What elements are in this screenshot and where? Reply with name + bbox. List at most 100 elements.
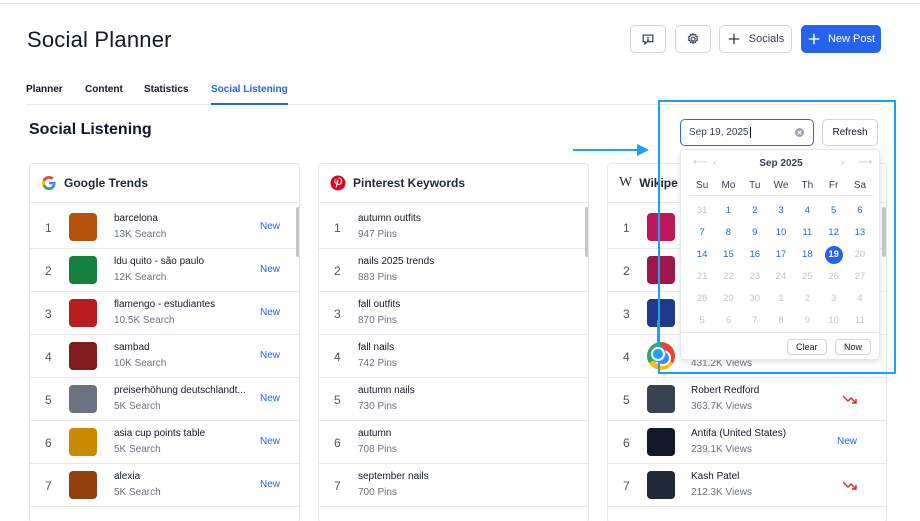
- calendar-day-number: 17: [775, 249, 787, 260]
- calendar-day[interactable]: 7: [689, 222, 715, 244]
- weekday-label: Su: [689, 178, 716, 196]
- table-row[interactable]: 3 fall outfits 870 Pins: [319, 292, 588, 335]
- article-views: 239.1K Views: [691, 444, 752, 455]
- calendar-day[interactable]: 21: [689, 266, 715, 288]
- table-row[interactable]: 2 nails 2025 trends 883 Pins: [319, 249, 588, 292]
- calendar-day[interactable]: 22: [715, 266, 741, 288]
- tab-content[interactable]: Content: [85, 84, 123, 105]
- calendar-day[interactable]: 10: [820, 310, 846, 332]
- rank-number: 3: [623, 307, 630, 321]
- rank-number: 4: [623, 350, 630, 364]
- table-row[interactable]: 4 sambad 10K Search New: [30, 335, 299, 378]
- calendar-day[interactable]: 3: [768, 200, 794, 222]
- next-month-icon[interactable]: ›: [841, 157, 844, 168]
- calendar-day[interactable]: 16: [742, 244, 768, 266]
- trend-title: preiserhöhung deutschlandt...: [114, 385, 246, 396]
- calendar-day[interactable]: 10: [768, 222, 794, 244]
- table-row[interactable]: 5 autumn nails 730 Pins: [319, 378, 588, 421]
- calendar-now-button[interactable]: Now: [835, 339, 872, 355]
- calendar-day[interactable]: 26: [820, 266, 846, 288]
- table-row[interactable]: 5 Robert Redford 363.7K Views: [608, 378, 886, 421]
- calendar-day[interactable]: 29: [715, 288, 741, 310]
- table-row[interactable]: 5 preiserhöhung deutschlandt... 5K Search N…: [30, 378, 299, 421]
- calendar-day[interactable]: 5: [820, 200, 846, 222]
- table-row[interactable]: 2 ldu quito - são paulo 12K Search New: [30, 249, 299, 292]
- trend-search-count: 10.5K Search: [114, 315, 175, 326]
- settings-button[interactable]: [675, 25, 711, 53]
- calendar-day[interactable]: 15: [715, 244, 741, 266]
- new-badge: New: [837, 436, 858, 447]
- calendar-day-number: 24: [775, 271, 787, 282]
- card-title: Pinterest Keywords: [353, 176, 466, 190]
- calendar-day[interactable]: 12: [820, 222, 846, 244]
- rank-number: 6: [45, 436, 52, 450]
- calendar-day[interactable]: 11: [794, 222, 820, 244]
- scrollbar[interactable]: [585, 207, 588, 257]
- calendar-day[interactable]: 6: [847, 200, 873, 222]
- calendar-day[interactable]: 1: [768, 288, 794, 310]
- calendar-day[interactable]: 11: [847, 310, 873, 332]
- calendar-day[interactable]: 28: [689, 288, 715, 310]
- tab-planner[interactable]: Planner: [26, 84, 63, 105]
- calendar-day[interactable]: 18: [794, 244, 820, 266]
- table-row[interactable]: 7 Kash Patel 212.3K Views: [608, 464, 886, 507]
- rank-number: 2: [623, 264, 630, 278]
- card-title: Google Trends: [64, 176, 149, 190]
- table-row[interactable]: 3 flamengo - estudiantes 10.5K Search New: [30, 292, 299, 335]
- scrollbar[interactable]: [296, 207, 299, 257]
- tab-social-listening[interactable]: Social Listening: [211, 84, 288, 105]
- calendar-day-number: 7: [699, 227, 705, 238]
- calendar-day[interactable]: 6: [715, 310, 741, 332]
- calendar-clear-button[interactable]: Clear: [787, 339, 827, 355]
- new-post-button[interactable]: New Post: [801, 25, 881, 53]
- socials-button[interactable]: Socials: [719, 25, 792, 53]
- calendar-day[interactable]: 2: [794, 288, 820, 310]
- date-picker-input[interactable]: Sep 19, 2025: [680, 119, 814, 146]
- calendar-day[interactable]: 20: [847, 244, 873, 266]
- next-year-icon[interactable]: ⟶: [858, 157, 872, 168]
- calendar-day[interactable]: 13: [847, 222, 873, 244]
- trend-thumbnail: [69, 342, 97, 370]
- calendar-day[interactable]: 25: [794, 266, 820, 288]
- calendar-month-label[interactable]: Sep 2025: [681, 158, 881, 172]
- table-row[interactable]: 7 alexia 5K Search New: [30, 464, 299, 507]
- calendar-day-selected[interactable]: 19: [820, 244, 846, 266]
- new-badge: New: [260, 350, 281, 361]
- trend-title: alexia: [114, 471, 141, 482]
- calendar-day[interactable]: 17: [768, 244, 794, 266]
- tab-statistics[interactable]: Statistics: [144, 84, 188, 105]
- calendar-day[interactable]: 23: [742, 266, 768, 288]
- calendar-day[interactable]: 8: [768, 310, 794, 332]
- calendar-day[interactable]: 8: [715, 222, 741, 244]
- feedback-button[interactable]: [630, 25, 666, 53]
- table-row[interactable]: 1 barcelona 13K Search New: [30, 206, 299, 249]
- calendar-day[interactable]: 9: [742, 222, 768, 244]
- calendar-day[interactable]: 4: [847, 288, 873, 310]
- table-row[interactable]: 4 fall nails 742 Pins: [319, 335, 588, 378]
- table-row[interactable]: 1 autumn outfits 947 Pins: [319, 206, 588, 249]
- scrollbar[interactable]: [882, 207, 886, 257]
- calendar-day[interactable]: 30: [742, 288, 768, 310]
- weekday-label: Th: [794, 178, 821, 196]
- table-row[interactable]: 7 september nails 700 Pins: [319, 464, 588, 507]
- calendar-day[interactable]: 27: [847, 266, 873, 288]
- google-logo-icon: [42, 176, 56, 190]
- table-row[interactable]: 6 autumn 708 Pins: [319, 421, 588, 464]
- calendar-day-number: 3: [830, 293, 837, 304]
- calendar-day[interactable]: 3: [820, 288, 846, 310]
- keyword-title: autumn outfits: [358, 213, 421, 224]
- clear-date-icon[interactable]: [795, 128, 804, 137]
- calendar-day[interactable]: 5: [689, 310, 715, 332]
- calendar-day[interactable]: 2: [742, 200, 768, 222]
- calendar-day[interactable]: 7: [742, 310, 768, 332]
- table-row[interactable]: 6 asia cup points table 5K Search New: [30, 421, 299, 464]
- calendar-day[interactable]: 14: [689, 244, 715, 266]
- refresh-button[interactable]: Refresh: [822, 119, 878, 146]
- calendar-day[interactable]: 24: [768, 266, 794, 288]
- calendar-day[interactable]: 31: [689, 200, 715, 222]
- table-row[interactable]: 6 Antifa (United States) 239.1K Views New: [608, 421, 886, 464]
- calendar-day[interactable]: 1: [715, 200, 741, 222]
- calendar-day[interactable]: 4: [794, 200, 820, 222]
- article-title: Kash Patel: [691, 471, 740, 482]
- calendar-day[interactable]: 9: [794, 310, 820, 332]
